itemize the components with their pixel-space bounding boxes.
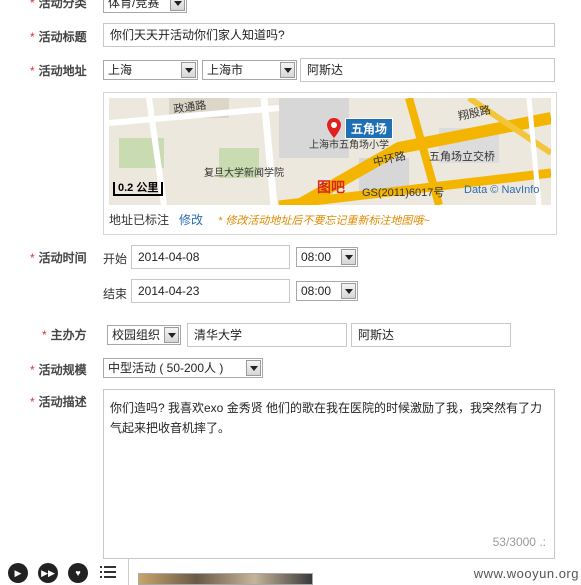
map-poi-callout: 五角场 [345, 118, 394, 139]
organizer-extra-input[interactable]: 阿斯达 [351, 323, 511, 347]
address-input[interactable]: 阿斯达 [300, 58, 555, 82]
chevron-down-icon [170, 0, 185, 11]
end-date-input[interactable]: 2014-04-23 [131, 279, 290, 303]
map-panel: 政通路 翔殷路 中环路 五角场立交桥 上海市五角场小学 复旦大学新闻学院 五角场… [103, 92, 557, 235]
description-textarea[interactable]: 你们造吗? 我喜欢exo 金秀贤 他们的歌在我在医院的时候激励了我，我突然有了力… [103, 389, 555, 559]
char-counter: 53/3000 .: [492, 535, 546, 549]
heart-icon[interactable]: ♥ [68, 563, 88, 583]
map-hint: * 修改活动地址后不要忘记重新标注地图哦~ [218, 215, 430, 227]
chevron-down-icon [181, 62, 196, 78]
album-thumbnail[interactable] [138, 573, 313, 585]
chevron-down-icon [246, 360, 261, 376]
city-select[interactable]: 上海市 [202, 60, 297, 80]
title-label: * 活动标题 [30, 30, 87, 44]
category-label: * 活动分类 [30, 0, 87, 10]
resize-grip-icon: .: [539, 535, 546, 549]
title-input[interactable]: 你们天天开活动你们家人知道吗? [103, 23, 555, 47]
map-pin-icon [327, 118, 341, 141]
map-place-label: 复旦大学新闻学院 [204, 166, 284, 179]
map-road-label: 五角场立交桥 [429, 149, 495, 163]
start-label: 开始 [103, 252, 128, 266]
map-scale-bar: 0.2 公里 [113, 182, 164, 196]
scale-select[interactable]: 中型活动 ( 50-200人 ) [103, 358, 263, 378]
scale-label: * 活动规模 [30, 363, 87, 377]
end-label: 结束 [103, 287, 128, 301]
organizer-label: * 主办方 [42, 328, 87, 342]
chevron-down-icon [164, 327, 179, 343]
location-label: * 活动地址 [30, 64, 87, 78]
organizer-name-input[interactable]: 清华大学 [187, 323, 347, 347]
map-credit: Data © NavInfo [464, 184, 540, 196]
edit-map-link[interactable]: 修改 [179, 211, 203, 228]
province-select[interactable]: 上海 [103, 60, 198, 80]
time-label: * 活动时间 [30, 251, 87, 265]
map-place-label: 上海市五角场小学 [309, 138, 389, 151]
location-map[interactable]: 政通路 翔殷路 中环路 五角场立交桥 上海市五角场小学 复旦大学新闻学院 五角场… [109, 98, 551, 205]
chevron-down-icon [280, 62, 295, 78]
watermark: www.wooyun.org [473, 566, 579, 581]
description-label: * 活动描述 [30, 395, 87, 409]
start-time-select[interactable]: 08:00 [296, 247, 358, 267]
map-logo: 图吧 [317, 179, 345, 195]
start-date-input[interactable]: 2014-04-08 [131, 245, 290, 269]
playlist-icon[interactable] [100, 565, 116, 579]
organizer-type-select[interactable]: 校园组织 [107, 325, 181, 345]
address-marked-text: 地址已标注 [109, 213, 170, 227]
chevron-down-icon [341, 283, 356, 299]
next-icon[interactable]: ▶▶ [38, 563, 58, 583]
divider [128, 559, 129, 585]
play-icon[interactable]: ▶ [8, 563, 28, 583]
map-license: GS(2011)6017号 [362, 187, 445, 199]
chevron-down-icon [341, 249, 356, 265]
end-time-select[interactable]: 08:00 [296, 281, 358, 301]
description-text: 你们造吗? 我喜欢exo 金秀贤 他们的歌在我在医院的时候激励了我，我突然有了力… [110, 401, 543, 435]
category-select[interactable]: 体育/竞赛 [103, 0, 187, 13]
